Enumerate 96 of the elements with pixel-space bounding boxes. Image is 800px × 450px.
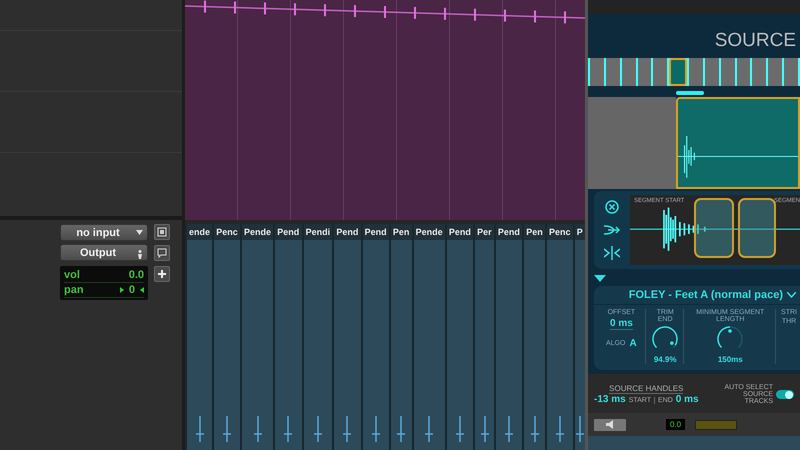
clip-name: Pen — [390, 224, 412, 240]
waveform-thumbnail[interactable] — [653, 58, 668, 86]
split-icon[interactable] — [604, 246, 620, 260]
audio-clip[interactable]: Pen — [388, 224, 412, 450]
audio-clip[interactable]: Pend — [273, 224, 302, 450]
clip-name: Pende — [242, 224, 274, 240]
waveform-thumbnail[interactable] — [736, 58, 750, 86]
algo-selector[interactable]: A — [630, 338, 637, 349]
audio-clip[interactable]: Pen — [522, 224, 545, 450]
waveform-thumbnail[interactable] — [768, 58, 782, 86]
output-selector[interactable]: Output — [60, 244, 148, 261]
audio-clip[interactable]: Pende — [412, 224, 445, 450]
waveform-thumbnail[interactable] — [606, 58, 620, 86]
waveform-spike-icon — [314, 414, 322, 442]
scroll-indicator[interactable] — [676, 91, 704, 95]
clip-name: Pen — [524, 224, 545, 240]
waveform-thumbnail[interactable] — [689, 58, 703, 86]
clip-name: Pend — [275, 224, 302, 240]
waveform-thumbnail[interactable] — [669, 58, 688, 86]
audio-clip[interactable]: Pend — [332, 224, 361, 450]
plugin-title: SOURCE — [714, 30, 796, 52]
segment-region[interactable] — [738, 198, 776, 258]
clip-name: Pend — [446, 224, 474, 240]
square-button[interactable] — [154, 224, 170, 240]
offset-value[interactable]: 0 ms — [610, 318, 633, 330]
waveform-thumbnail[interactable] — [752, 58, 766, 86]
handles-title: SOURCE HANDLES — [609, 384, 684, 394]
preset-selector[interactable]: FOLEY - Feet A (normal pace) — [594, 286, 800, 305]
collapse-triangle-icon[interactable] — [594, 275, 606, 282]
clip-name: Pende — [414, 224, 445, 240]
audio-clip[interactable]: Pendi — [302, 224, 332, 450]
audio-clip[interactable]: Pend — [494, 224, 522, 450]
waveform-spike-icon — [456, 414, 464, 442]
waveform-thumbnail[interactable] — [590, 58, 604, 86]
start-value[interactable]: -13 ms — [594, 394, 626, 405]
comment-icon — [157, 248, 167, 258]
audio-clip[interactable]: ende — [185, 224, 212, 450]
waveform-thumbnail[interactable] — [622, 58, 636, 86]
segment-region[interactable] — [694, 198, 734, 258]
clip-name: P — [574, 224, 585, 240]
audio-clip[interactable]: Pend — [444, 224, 474, 450]
waveform-thumbnail[interactable] — [784, 58, 798, 86]
waveform-thumbnail[interactable] — [704, 58, 719, 86]
level-meter — [695, 420, 738, 430]
arrow-right-icon — [120, 287, 124, 293]
pan-value: 0 — [128, 284, 135, 296]
waveform-spike-icon — [196, 414, 204, 442]
waveform-thumbnail[interactable] — [720, 58, 735, 86]
close-icon[interactable] — [605, 200, 619, 214]
waveform-spike-icon — [530, 414, 539, 442]
vol-value: 0.0 — [128, 269, 144, 281]
param-value: 150ms — [718, 355, 743, 364]
waveform-spike-icon — [480, 414, 489, 442]
clip-name: Pend — [334, 224, 361, 240]
audio-clip[interactable]: P — [572, 224, 585, 450]
waveform-spike-icon — [397, 414, 406, 442]
add-button[interactable] — [154, 266, 170, 282]
waveform-spike-icon — [556, 414, 564, 442]
square-icon — [157, 227, 167, 237]
pan-label: pan — [64, 284, 84, 296]
comment-button[interactable] — [154, 245, 170, 261]
audio-clip[interactable]: Penc — [544, 224, 573, 450]
meter-value: 0.0 — [666, 419, 686, 430]
clip-name: Pend — [362, 224, 389, 240]
clip-name: Penc — [214, 224, 240, 240]
audio-clip[interactable]: Per — [473, 224, 494, 450]
person-icon — [137, 250, 143, 259]
end-value[interactable]: 0 ms — [676, 394, 699, 405]
waveform-thumbnail[interactable] — [638, 58, 652, 86]
audio-clip[interactable]: Pend — [360, 224, 389, 450]
waveform-spike-icon — [284, 414, 292, 442]
caret-icon — [136, 230, 143, 235]
plus-icon — [157, 269, 167, 279]
waveform-spike-icon — [576, 414, 584, 442]
input-selector[interactable]: no input — [60, 224, 148, 241]
audio-clip[interactable]: Pende — [240, 224, 274, 450]
toggle-switch[interactable] — [776, 390, 794, 399]
audio-clip[interactable]: Penc — [212, 224, 240, 450]
speaker-button[interactable] — [594, 418, 626, 430]
arrow-left-icon — [140, 287, 144, 293]
param-value: 94.9% — [654, 355, 676, 364]
clip-name: ende — [187, 224, 212, 240]
waveform-spike-icon — [505, 414, 514, 442]
clip-name: Pend — [496, 224, 522, 240]
speaker-icon — [606, 420, 614, 429]
clip-name: Pendi — [304, 224, 332, 240]
clip-name: Per — [475, 224, 494, 240]
vol-label: vol — [64, 269, 80, 281]
waveform-spike-icon — [425, 414, 434, 442]
waveform-spike-icon — [254, 414, 262, 442]
merge-arrow-icon[interactable] — [604, 224, 620, 236]
clip-name: Penc — [546, 224, 573, 240]
waveform-spike-icon — [343, 414, 352, 442]
waveform-spike-icon — [223, 414, 232, 442]
waveform-spike-icon — [372, 414, 380, 442]
chevron-down-icon — [787, 292, 796, 298]
